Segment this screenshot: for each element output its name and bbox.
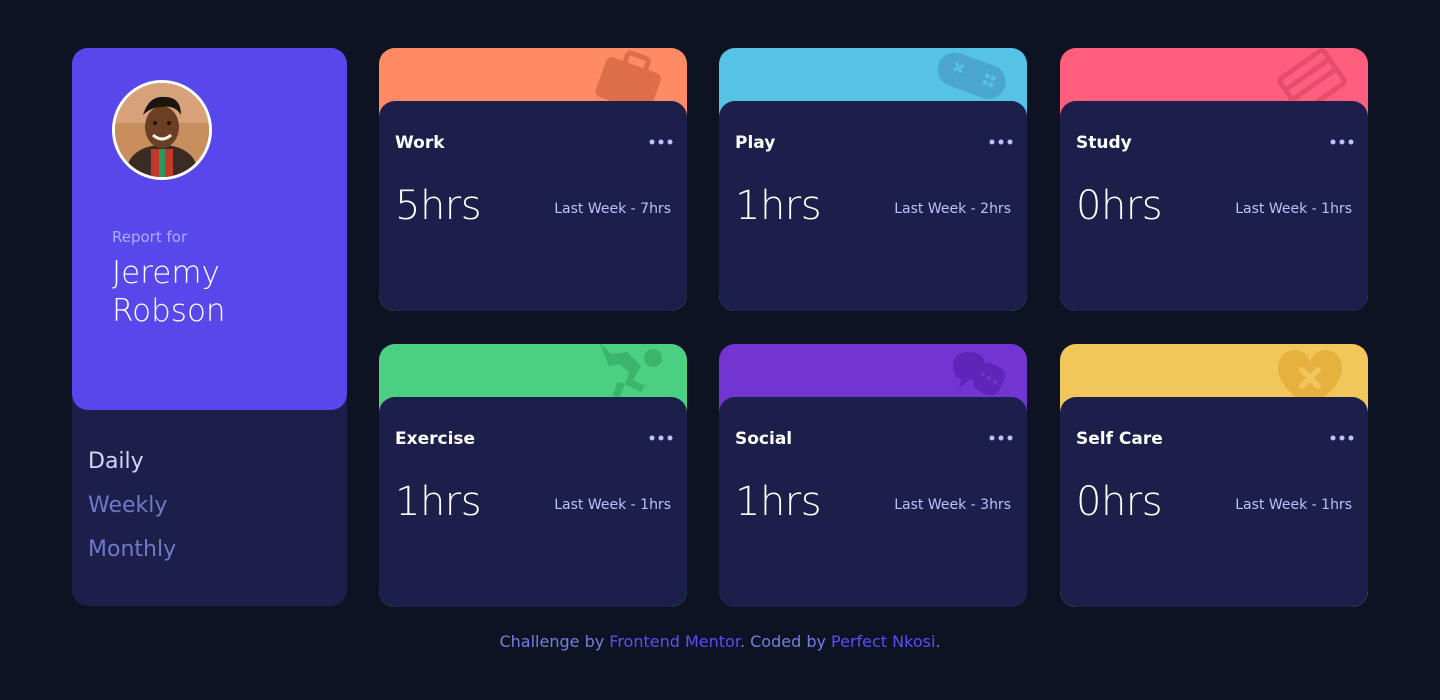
card-body: Play 1hrs Last Week - 2hrs [719, 101, 1027, 311]
period-selector: Daily Weekly Monthly [88, 448, 176, 580]
ellipsis-icon[interactable] [1330, 431, 1354, 445]
profile-card: Report for Jeremy Robson Daily Weekly Mo… [72, 48, 347, 606]
author-link[interactable]: Perfect Nkosi [831, 632, 935, 651]
ellipsis-icon[interactable] [989, 431, 1013, 445]
avatar [112, 80, 212, 180]
ellipsis-icon[interactable] [649, 135, 673, 149]
dashboard-page: Report for Jeremy Robson Daily Weekly Mo… [0, 0, 1440, 700]
card-play: Play 1hrs Last Week - 2hrs [719, 48, 1027, 311]
card-work: Work 5hrs Last Week - 7hrs [379, 48, 687, 311]
card-body: Self Care 0hrs Last Week - 1hrs [1060, 397, 1368, 607]
user-name: Jeremy Robson [112, 255, 226, 329]
card-title: Self Care [1076, 429, 1163, 449]
card-title: Social [735, 429, 793, 449]
last-week-hours: Last Week - 1hrs [1235, 497, 1352, 513]
last-week-hours: Last Week - 1hrs [554, 497, 671, 513]
current-hours: 0hrs [1076, 479, 1163, 525]
card-body: Study 0hrs Last Week - 1hrs [1060, 101, 1368, 311]
card-title: Play [735, 133, 776, 153]
current-hours: 1hrs [395, 479, 482, 525]
card-body: Exercise 1hrs Last Week - 1hrs [379, 397, 687, 607]
period-daily[interactable]: Daily [88, 448, 176, 475]
card-exercise: Exercise 1hrs Last Week - 1hrs [379, 344, 687, 607]
period-weekly[interactable]: Weekly [88, 492, 176, 519]
card-title: Exercise [395, 429, 476, 449]
card-title: Study [1076, 133, 1132, 153]
frontend-mentor-link[interactable]: Frontend Mentor [609, 632, 740, 651]
ellipsis-icon[interactable] [1330, 135, 1354, 149]
card-body: Work 5hrs Last Week - 7hrs [379, 101, 687, 311]
last-week-hours: Last Week - 2hrs [894, 201, 1011, 217]
profile-header: Report for Jeremy Robson [72, 48, 347, 410]
current-hours: 0hrs [1076, 183, 1163, 229]
last-week-hours: Last Week - 3hrs [894, 497, 1011, 513]
current-hours: 5hrs [395, 183, 482, 229]
card-self-care: Self Care 0hrs Last Week - 1hrs [1060, 344, 1368, 607]
card-title: Work [395, 133, 445, 153]
attribution: Challenge by Frontend Mentor. Coded by P… [0, 632, 1440, 651]
current-hours: 1hrs [735, 183, 822, 229]
current-hours: 1hrs [735, 479, 822, 525]
avatar-image [115, 83, 209, 177]
period-monthly[interactable]: Monthly [88, 536, 176, 563]
attribution-prefix: Challenge by [499, 632, 610, 651]
attribution-middle: . Coded by [739, 632, 832, 651]
report-for-label: Report for [112, 228, 188, 246]
last-week-hours: Last Week - 1hrs [1235, 201, 1352, 217]
card-study: Study 0hrs Last Week - 1hrs [1060, 48, 1368, 311]
card-body: Social 1hrs Last Week - 3hrs [719, 397, 1027, 607]
card-social: Social 1hrs Last Week - 3hrs [719, 344, 1027, 607]
attribution-suffix: . [935, 632, 941, 651]
ellipsis-icon[interactable] [989, 135, 1013, 149]
ellipsis-icon[interactable] [649, 431, 673, 445]
last-week-hours: Last Week - 7hrs [554, 201, 671, 217]
